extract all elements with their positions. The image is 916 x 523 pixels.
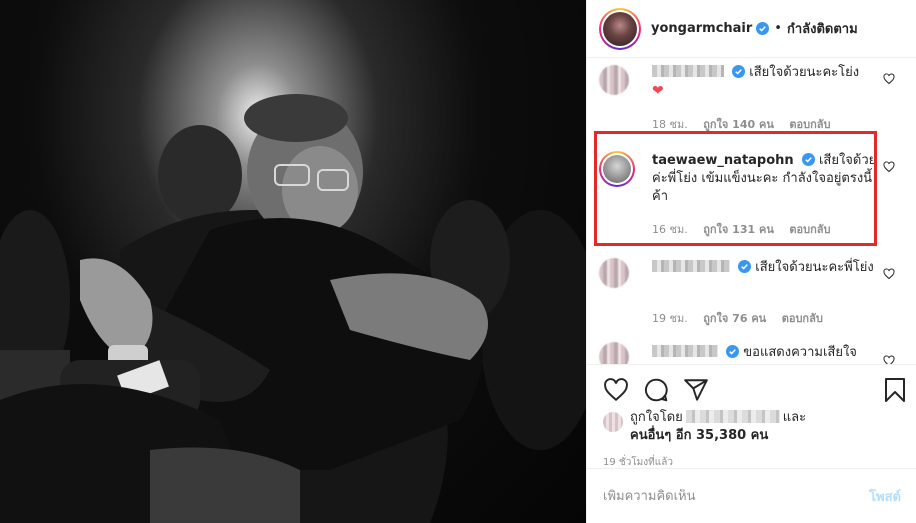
red-heart-emoji: ❤ xyxy=(652,83,664,99)
post-photo[interactable] xyxy=(0,0,586,523)
reply-button[interactable]: ตอบกลับ xyxy=(789,118,830,131)
commenter-username-blurred[interactable] xyxy=(652,65,724,77)
commenter-avatar[interactable] xyxy=(599,342,629,364)
comment-like-heart-icon[interactable] xyxy=(883,73,895,85)
likes-conjunction: และ xyxy=(782,410,807,425)
commenter-avatar[interactable] xyxy=(599,65,629,95)
verified-badge-icon xyxy=(756,22,770,35)
verified-badge-icon xyxy=(738,260,752,273)
commenter-avatar[interactable] xyxy=(599,258,629,288)
comment-text: เสียใจด้วยนะคะพี่โย่ง xyxy=(755,260,874,275)
highlight-annotation-box xyxy=(594,131,877,246)
post-side-panel: yongarmchair • กำลังติดตาม เสียใจด้วยนะค… xyxy=(586,0,916,523)
comment-text: ขอแสดงความเสียใจ xyxy=(743,345,857,360)
commenter-username-blurred[interactable] xyxy=(652,260,730,272)
commenter-username-blurred[interactable] xyxy=(652,345,718,357)
photo-illustration xyxy=(0,94,586,523)
comment-likes[interactable]: ถูกใจ 140 คน xyxy=(703,118,774,131)
post-actions-section: ถูกใจโดย และ คนอื่นๆ อีก 35,380 คน 19 ชั่… xyxy=(587,364,916,468)
header-separator: • xyxy=(774,21,782,36)
comment-text: เสียใจด้วยนะคะโย่ง xyxy=(749,65,860,80)
liker-avatar[interactable] xyxy=(603,412,623,432)
comment-time[interactable]: 18 ชม. xyxy=(652,118,688,131)
verified-badge-icon xyxy=(732,65,746,78)
comments-list[interactable]: เสียใจด้วยนะคะโย่ง ❤ 18 ชม. ถูกใจ 140 คน… xyxy=(587,59,916,364)
author-username[interactable]: yongarmchair xyxy=(651,21,752,36)
add-comment-input[interactable] xyxy=(603,488,870,504)
author-avatar[interactable] xyxy=(599,7,641,50)
post-header: yongarmchair • กำลังติดตาม xyxy=(587,0,916,58)
comment-bubble-icon[interactable] xyxy=(643,377,669,403)
bookmark-icon[interactable] xyxy=(883,377,907,403)
liker-username-blurred[interactable] xyxy=(685,410,780,423)
comment-likes[interactable]: ถูกใจ 76 คน xyxy=(703,312,766,325)
comment-like-heart-icon[interactable] xyxy=(883,268,895,280)
liked-by-label: ถูกใจโดย xyxy=(630,410,683,425)
reply-button[interactable]: ตอบกลับ xyxy=(782,312,823,325)
add-comment-bar: โพสต์ xyxy=(587,468,916,523)
comment-like-heart-icon[interactable] xyxy=(883,161,895,173)
share-paper-plane-icon[interactable] xyxy=(683,377,709,403)
comment-time[interactable]: 19 ชม. xyxy=(652,312,688,325)
comment-like-heart-icon[interactable] xyxy=(883,355,895,364)
instagram-post-view: yongarmchair • กำลังติดตาม เสียใจด้วยนะค… xyxy=(0,0,916,523)
other-likes-count[interactable]: คนอื่นๆ อีก 35,380 คน xyxy=(630,428,768,443)
verified-badge-icon xyxy=(726,345,740,358)
like-heart-icon[interactable] xyxy=(603,377,629,403)
following-button[interactable]: กำลังติดตาม xyxy=(787,18,858,39)
post-comment-button[interactable]: โพสต์ xyxy=(869,486,901,507)
